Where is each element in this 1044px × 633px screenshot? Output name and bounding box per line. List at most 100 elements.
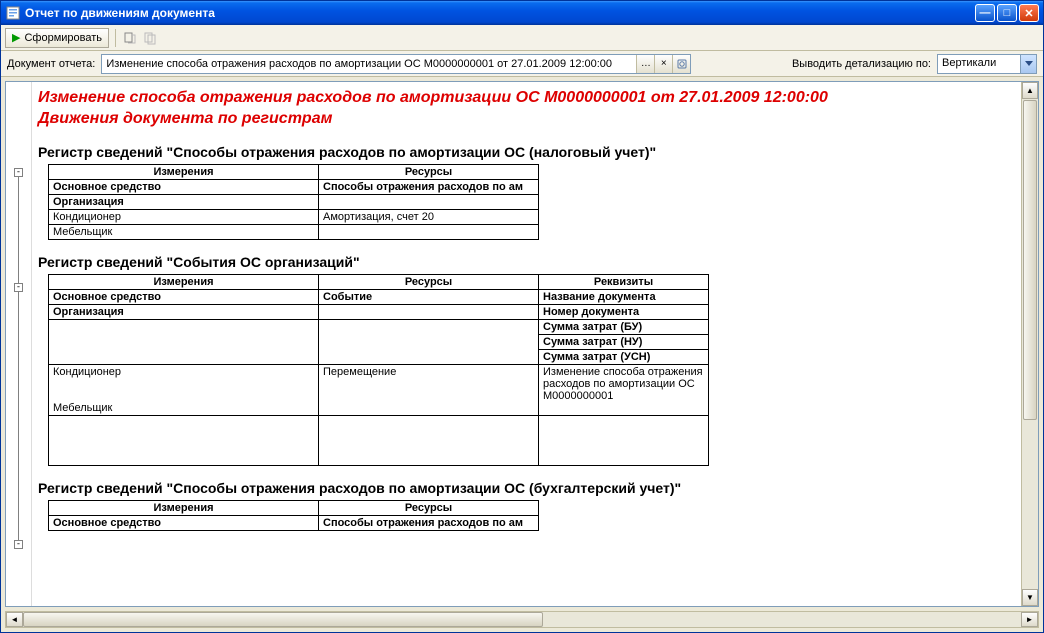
app-window: Отчет по движениям документа — □ ✕ ▶ Сфо…	[0, 0, 1044, 633]
cell: Основное средство	[49, 289, 319, 304]
titlebar: Отчет по движениям документа — □ ✕	[1, 1, 1043, 25]
chevron-down-icon[interactable]	[1020, 55, 1036, 73]
report-title-sub: Движения документа по регистрам	[38, 110, 332, 127]
play-icon: ▶	[12, 31, 20, 44]
cell	[49, 319, 319, 364]
params-bar: Документ отчета: … × Выводить детализаци…	[1, 51, 1043, 77]
doc-input[interactable]	[102, 55, 636, 73]
toolbar: ▶ Сформировать	[1, 25, 1043, 51]
scroll-right-button[interactable]: ►	[1021, 612, 1038, 627]
doc-label: Документ отчета:	[7, 58, 95, 70]
table-row: Основное средство Событие Название докум…	[49, 289, 709, 304]
cell: Событие	[319, 289, 539, 304]
table-row: Организация	[49, 194, 539, 209]
cell-text: Кондиционер	[53, 366, 121, 378]
scroll-thumb[interactable]	[23, 612, 543, 627]
cell: Основное средство	[49, 515, 319, 530]
outline-connector	[18, 292, 19, 540]
cell: Сумма затрат (НУ)	[539, 334, 709, 349]
outline-node-2[interactable]: -	[14, 283, 23, 292]
outline-node-1[interactable]: -	[14, 168, 23, 177]
toolbar-icon-1[interactable]	[122, 30, 138, 46]
col-header: Ресурсы	[319, 274, 539, 289]
scroll-down-button[interactable]: ▼	[1022, 589, 1038, 606]
detail-label: Выводить детализацию по:	[792, 58, 931, 70]
cell	[319, 319, 539, 364]
register-2-table: Измерения Ресурсы Реквизиты Основное сре…	[48, 274, 709, 466]
cell: Организация	[49, 194, 319, 209]
cell: Перемещение	[319, 364, 539, 415]
cell	[539, 415, 709, 465]
table-row: Основное средство Способы отражения расх…	[49, 515, 539, 530]
window-controls: — □ ✕	[975, 4, 1039, 22]
scroll-track[interactable]	[23, 612, 1021, 627]
register-3-table: Измерения Ресурсы Основное средство Спос…	[48, 500, 539, 531]
register-1-table: Измерения Ресурсы Основное средство Спос…	[48, 164, 539, 240]
maximize-button[interactable]: □	[997, 4, 1017, 22]
table-row: Мебельщик	[49, 224, 539, 239]
doc-open-button[interactable]	[672, 55, 690, 73]
table-row: Кондиционер Амортизация, счет 20	[49, 209, 539, 224]
cell	[319, 415, 539, 465]
report-title: Изменение способа отражения расходов по …	[38, 88, 1011, 130]
cell: Способы отражения расходов по ам	[319, 515, 539, 530]
outline-node-3[interactable]: -	[14, 540, 23, 549]
window-title: Отчет по движениям документа	[25, 6, 975, 20]
cell: Сумма затрат (БУ)	[539, 319, 709, 334]
report-viewport: - - - Изменение способа отражения расход…	[5, 81, 1039, 607]
detail-combo[interactable]: Вертикали	[937, 54, 1037, 74]
table-row: Измерения Ресурсы Реквизиты	[49, 274, 709, 289]
col-header: Реквизиты	[539, 274, 709, 289]
register-1-header: Регистр сведений "Способы отражения расх…	[38, 144, 1011, 160]
outline-gutter: - - -	[6, 82, 32, 606]
vertical-scrollbar[interactable]: ▲ ▼	[1021, 82, 1038, 606]
cell: Организация	[49, 304, 319, 319]
table-row: Измерения Ресурсы	[49, 164, 539, 179]
close-button[interactable]: ✕	[1019, 4, 1039, 22]
col-header: Измерения	[49, 274, 319, 289]
report-title-doc: Изменение способа отражения расходов по …	[38, 89, 828, 106]
col-header: Измерения	[49, 500, 319, 515]
col-header: Ресурсы	[319, 500, 539, 515]
toolbar-icon-2[interactable]	[142, 30, 158, 46]
doc-clear-button[interactable]: ×	[654, 55, 672, 73]
cell: Способы отражения расходов по ам	[319, 179, 539, 194]
report-body: Изменение способа отражения расходов по …	[32, 82, 1021, 606]
cell: Название документа	[539, 289, 709, 304]
scroll-left-button[interactable]: ◄	[6, 612, 23, 627]
cell: Основное средство	[49, 179, 319, 194]
generate-button[interactable]: ▶ Сформировать	[5, 28, 109, 48]
generate-button-label: Сформировать	[24, 32, 102, 44]
table-row: Сумма затрат (БУ)	[49, 319, 709, 334]
scroll-up-button[interactable]: ▲	[1022, 82, 1038, 99]
scroll-thumb[interactable]	[1023, 100, 1037, 420]
cell: Мебельщик	[49, 224, 319, 239]
minimize-button[interactable]: —	[975, 4, 995, 22]
table-row: Организация Номер документа	[49, 304, 709, 319]
col-header: Измерения	[49, 164, 319, 179]
cell	[49, 415, 319, 465]
cell-text: Мебельщик	[53, 402, 112, 414]
cell: Сумма затрат (УСН)	[539, 349, 709, 364]
cell	[319, 224, 539, 239]
toolbar-separator	[115, 29, 116, 47]
table-row: Измерения Ресурсы	[49, 500, 539, 515]
outline-connector	[18, 177, 19, 283]
col-header: Ресурсы	[319, 164, 539, 179]
cell: Амортизация, счет 20	[319, 209, 539, 224]
cell: Номер документа	[539, 304, 709, 319]
doc-field: … ×	[101, 54, 691, 74]
register-3-header: Регистр сведений "Способы отражения расх…	[38, 480, 1011, 496]
cell: Кондиционер	[49, 209, 319, 224]
table-row	[49, 415, 709, 465]
app-icon	[5, 5, 21, 21]
detail-combo-value: Вертикали	[938, 55, 1020, 73]
cell: Изменение способа отражения расходов по …	[539, 364, 709, 415]
register-2-header: Регистр сведений "События ОС организаций…	[38, 254, 1011, 270]
doc-select-button[interactable]: …	[636, 55, 654, 73]
cell	[319, 304, 539, 319]
horizontal-scrollbar[interactable]: ◄ ►	[5, 611, 1039, 628]
table-row: Основное средство Способы отражения расх…	[49, 179, 539, 194]
cell: Кондиционер Мебельщик	[49, 364, 319, 415]
cell	[319, 194, 539, 209]
